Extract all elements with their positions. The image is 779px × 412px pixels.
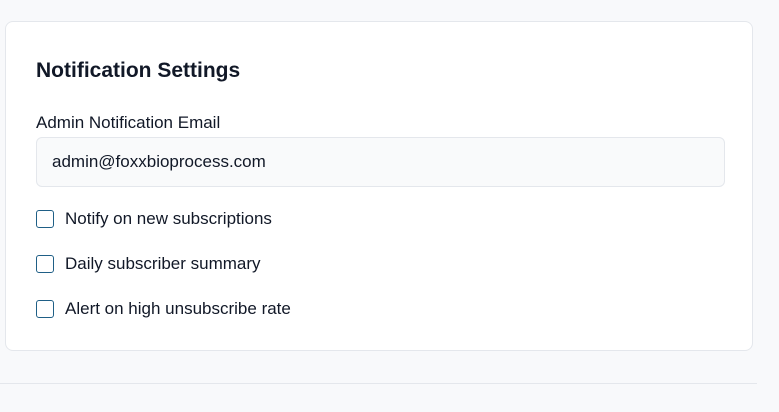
admin-email-label: Admin Notification Email [36, 113, 221, 132]
notify-new-subscriptions-checkbox[interactable] [36, 210, 54, 228]
daily-subscriber-summary-label[interactable]: Daily subscriber summary [65, 254, 261, 274]
section-title: Notification Settings [36, 59, 241, 82]
notification-settings-card: Notification Settings Admin Notification… [5, 21, 753, 351]
option-daily-subscriber-summary[interactable]: Daily subscriber summary [36, 254, 261, 274]
daily-subscriber-summary-checkbox[interactable] [36, 255, 54, 273]
alert-high-unsubscribe-rate-checkbox[interactable] [36, 300, 54, 318]
alert-high-unsubscribe-rate-label[interactable]: Alert on high unsubscribe rate [65, 299, 291, 319]
option-alert-high-unsubscribe-rate[interactable]: Alert on high unsubscribe rate [36, 299, 291, 319]
option-notify-new-subscriptions[interactable]: Notify on new subscriptions [36, 209, 272, 229]
section-divider [0, 383, 757, 384]
admin-email-input[interactable] [36, 137, 725, 187]
notify-new-subscriptions-label[interactable]: Notify on new subscriptions [65, 209, 272, 229]
